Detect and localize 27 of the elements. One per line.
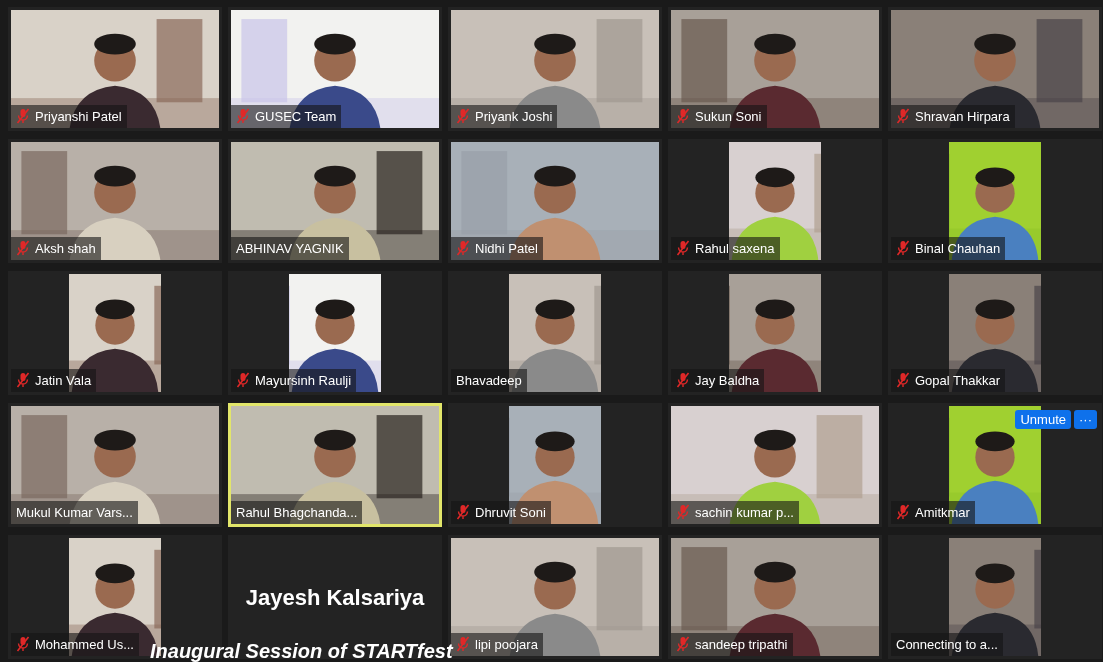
participant-name: GUSEC Team (255, 107, 337, 126)
more-button[interactable]: ··· (1074, 410, 1097, 429)
participant-name: Sukun Soni (695, 107, 762, 126)
participant-name: Shravan Hirpara (915, 107, 1010, 126)
participant-name: Priyanshi Patel (35, 107, 122, 126)
participant-name: sachin kumar p... (695, 503, 794, 522)
participant-name: Mukul Kumar Vars... (16, 503, 133, 522)
unmute-button[interactable]: Unmute (1015, 410, 1071, 429)
participant-name: Rahul Bhagchanda... (236, 503, 358, 522)
participant-name: Mohammed Us... (35, 635, 134, 654)
participant-name: Amitkmar (915, 503, 970, 522)
participant-name: lipi poojara (475, 635, 538, 654)
participant-name: Nidhi Patel (475, 239, 538, 258)
participant-name: Jayesh Kalsariya (245, 583, 425, 612)
participant-name: Dhruvit Soni (475, 503, 546, 522)
participant-name: Bhavadeep (456, 371, 522, 390)
participant-name: ABHINAV YAGNIK (236, 239, 344, 258)
participant-name: Mayursinh Raulji (255, 371, 352, 390)
participant-name: Aksh shah (35, 239, 96, 258)
participant-name: Gopal Thakkar (915, 371, 1001, 390)
participant-name: sandeep tripathi (695, 635, 788, 654)
participant-name: Connecting to a... (896, 635, 998, 654)
participant-name: Priyank Joshi (475, 107, 553, 126)
participant-name: Rahul saxena (695, 239, 775, 258)
participant-name: Jatin Vala (35, 371, 92, 390)
participant-name: Jay Baldha (695, 371, 760, 390)
participant-name: Binal Chauhan (915, 239, 1001, 258)
